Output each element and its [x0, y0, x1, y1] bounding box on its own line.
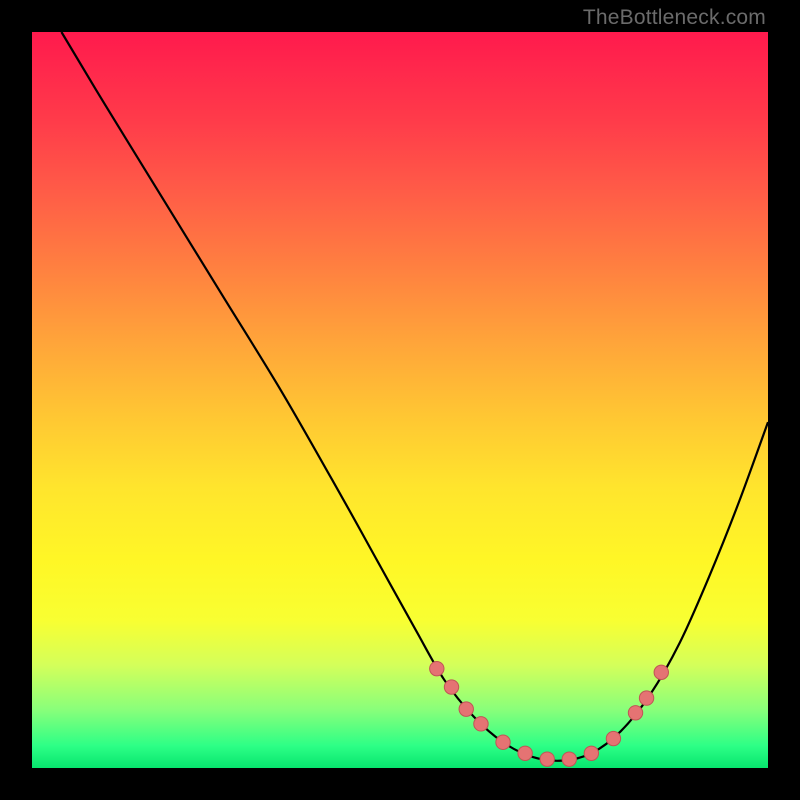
chart-marker [518, 746, 532, 760]
chart-markers [430, 661, 669, 766]
chart-marker [444, 680, 458, 694]
chart-curve [61, 32, 768, 761]
chart-marker [639, 691, 653, 705]
chart-stage: TheBottleneck.com [0, 0, 800, 800]
chart-marker [474, 717, 488, 731]
chart-marker [606, 731, 620, 745]
chart-svg [32, 32, 768, 768]
chart-marker [459, 702, 473, 716]
chart-marker [654, 665, 668, 679]
chart-marker [496, 735, 510, 749]
chart-marker [628, 706, 642, 720]
chart-marker [562, 752, 576, 766]
chart-marker [430, 661, 444, 675]
attribution-label: TheBottleneck.com [583, 6, 766, 30]
chart-marker [584, 746, 598, 760]
chart-marker [540, 752, 554, 766]
